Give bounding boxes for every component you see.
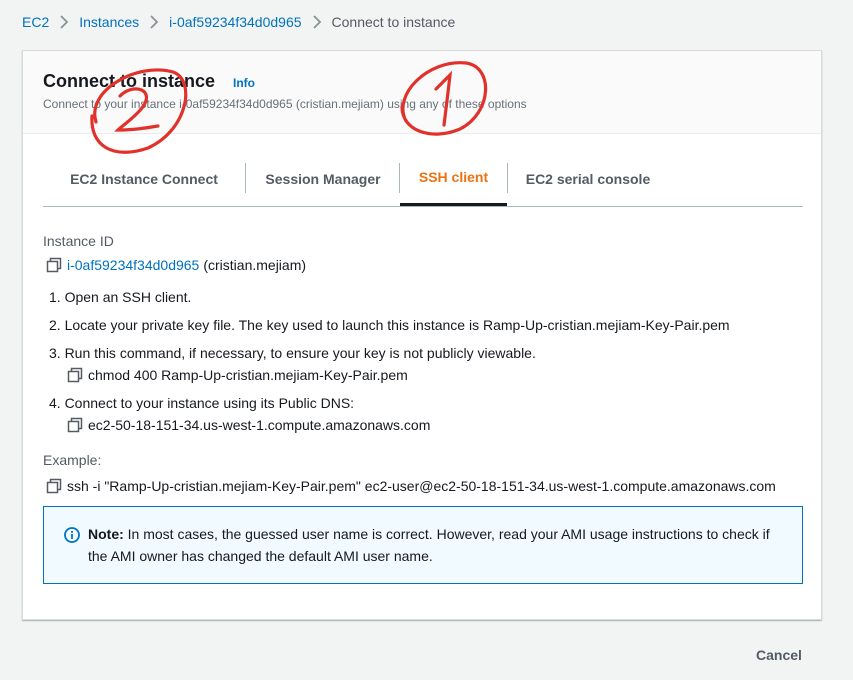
copy-icon[interactable]: [46, 478, 62, 494]
breadcrumb: EC2 Instances i-0af59234f34d0d965 Connec…: [22, 13, 455, 31]
chmod-command: chmod 400 Ramp-Up-cristian.mejiam-Key-Pa…: [88, 367, 408, 383]
public-dns: ec2-50-18-151-34.us-west-1.compute.amazo…: [88, 417, 431, 433]
public-dns-row: ec2-50-18-151-34.us-west-1.compute.amazo…: [67, 417, 430, 433]
copy-icon[interactable]: [46, 257, 62, 273]
cancel-button[interactable]: Cancel: [756, 647, 802, 663]
info-note: Note: In most cases, the guessed user na…: [43, 506, 803, 584]
info-link[interactable]: Info: [233, 76, 255, 90]
note-bold: Note:: [88, 526, 124, 542]
page-title: Connect to instance: [43, 71, 216, 91]
instance-id-row: i-0af59234f34d0d965 (cristian.mejiam): [46, 257, 306, 273]
page-subtitle: Connect to your instance i-0af59234f34d0…: [43, 97, 527, 111]
step-run-chmod: 3. Run this command, if necessary, to en…: [49, 345, 536, 361]
breadcrumb-instances[interactable]: Instances: [79, 14, 139, 30]
breadcrumb-current: Connect to instance: [331, 14, 456, 30]
tab-ec2-instance-connect[interactable]: EC2 Instance Connect: [43, 151, 245, 206]
instance-id-link[interactable]: i-0af59234f34d0d965: [67, 257, 199, 273]
note-text: Note: In most cases, the guessed user na…: [88, 523, 788, 567]
connection-tabs: EC2 Instance Connect Session Manager SSH…: [43, 151, 803, 207]
breadcrumb-ec2[interactable]: EC2: [22, 14, 49, 30]
breadcrumb-instance-id[interactable]: i-0af59234f34d0d965: [169, 14, 301, 30]
step-locate-key: 2. Locate your private key file. The key…: [49, 317, 730, 333]
tab-ssh-client[interactable]: SSH client: [400, 151, 507, 206]
example-command-row: ssh -i "Ramp-Up-cristian.mejiam-Key-Pair…: [46, 478, 776, 494]
tab-session-manager[interactable]: Session Manager: [246, 151, 400, 206]
tab-ec2-serial-console[interactable]: EC2 serial console: [508, 151, 668, 206]
info-circle-icon: [64, 527, 80, 543]
step-open-ssh: 1. Open an SSH client.: [49, 289, 192, 305]
example-label: Example:: [43, 452, 102, 468]
copy-icon[interactable]: [67, 417, 83, 433]
note-body: In most cases, the guessed user name is …: [88, 526, 770, 564]
instance-id-label: Instance ID: [43, 233, 114, 249]
connect-panel: Connect to instance Info Connect to your…: [22, 50, 822, 620]
chmod-command-row: chmod 400 Ramp-Up-cristian.mejiam-Key-Pa…: [67, 367, 408, 383]
instance-name: (cristian.mejiam): [203, 257, 307, 273]
chevron-right-icon: [312, 15, 322, 29]
panel-header: Connect to instance Info Connect to your…: [23, 51, 821, 134]
step-connect-dns: 4. Connect to your instance using its Pu…: [49, 395, 355, 411]
chevron-right-icon: [149, 15, 159, 29]
copy-icon[interactable]: [67, 367, 83, 383]
example-command: ssh -i "Ramp-Up-cristian.mejiam-Key-Pair…: [67, 478, 776, 494]
chevron-right-icon: [59, 15, 69, 29]
